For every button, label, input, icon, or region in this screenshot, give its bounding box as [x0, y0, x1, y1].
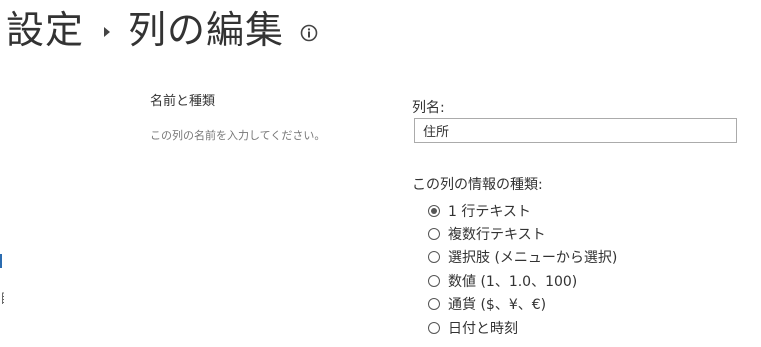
- breadcrumb-separator-icon: [104, 27, 111, 37]
- radio-option-label: 複数行テキスト: [448, 227, 546, 244]
- radio-option-label: 通貨 ($、¥、€): [448, 297, 547, 314]
- radio-option-label: 1 行テキスト: [448, 203, 531, 220]
- page-title: 列の編集: [128, 8, 285, 52]
- radio-unselected-icon[interactable]: [428, 274, 440, 287]
- radio-option-multi-line-text[interactable]: 複数行テキスト: [428, 222, 617, 245]
- radio-option-number[interactable]: 数値 (1、1.0、100): [428, 269, 617, 292]
- section-description: この列の名前を入力してください。: [150, 129, 326, 142]
- section-title: 名前と種類: [150, 94, 216, 109]
- radio-option-currency[interactable]: 通貨 ($、¥、€): [428, 293, 617, 316]
- radio-option-label: 選択肢 (メニューから選択): [448, 250, 618, 267]
- page-header: 設定 列の編集: [6, 2, 318, 58]
- radio-selected-icon[interactable]: [428, 204, 440, 217]
- radio-unselected-icon[interactable]: [428, 228, 440, 241]
- radio-unselected-icon[interactable]: [428, 251, 440, 264]
- column-name-label: 列名:: [412, 100, 445, 116]
- info-type-label: この列の情報の種類:: [412, 177, 543, 193]
- radio-option-label: 数値 (1、1.0、100): [448, 273, 578, 290]
- left-nav-edge-marker: [0, 254, 6, 268]
- info-type-radio-group: 1 行テキスト 複数行テキスト 選択肢 (メニューから選択) 数値 (1、1.0…: [428, 199, 617, 339]
- left-nav-edge-text: 目: [0, 288, 4, 304]
- radio-option-single-line-text[interactable]: 1 行テキスト: [428, 199, 617, 222]
- radio-option-choice[interactable]: 選択肢 (メニューから選択): [428, 246, 617, 269]
- radio-unselected-icon[interactable]: [428, 298, 440, 311]
- radio-unselected-icon[interactable]: [428, 321, 440, 334]
- info-icon[interactable]: [300, 24, 318, 42]
- radio-option-date-time[interactable]: 日付と時刻: [428, 316, 617, 339]
- radio-option-label: 日付と時刻: [448, 320, 518, 337]
- breadcrumb-settings-link[interactable]: 設定: [6, 2, 84, 58]
- column-name-input[interactable]: [414, 118, 737, 143]
